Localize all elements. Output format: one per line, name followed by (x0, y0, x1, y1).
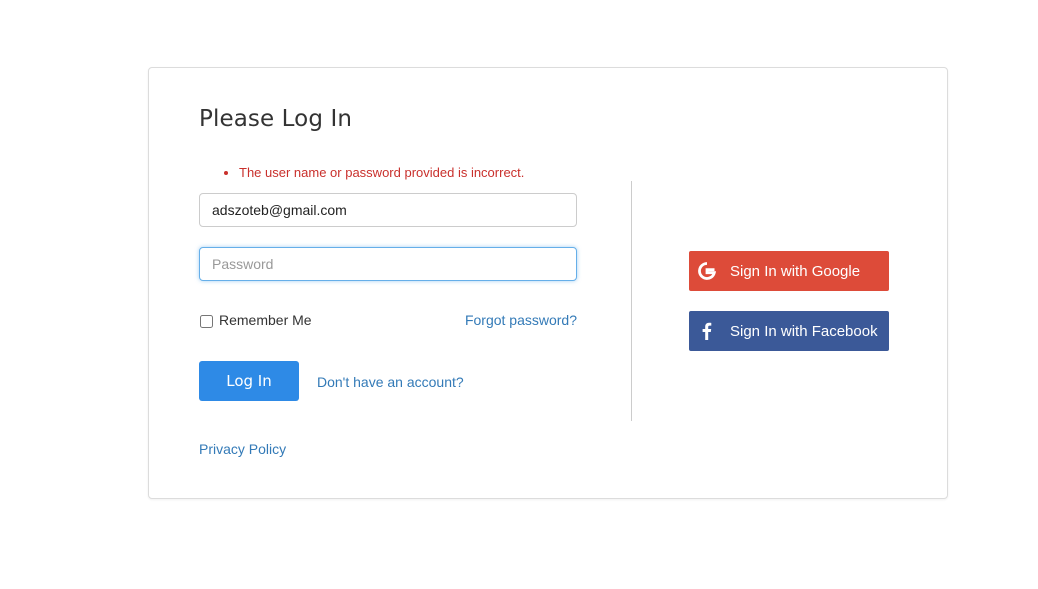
divider (631, 181, 632, 421)
forgot-password-link[interactable]: Forgot password? (465, 312, 577, 328)
page-title: Please Log In (199, 106, 353, 132)
password-input[interactable] (199, 247, 577, 281)
error-message: The user name or password provided is in… (239, 164, 524, 181)
remember-me[interactable]: Remember Me (199, 312, 312, 328)
facebook-f-icon (702, 322, 712, 340)
remember-me-checkbox[interactable] (200, 314, 213, 328)
email-input[interactable] (199, 193, 577, 227)
login-card: Please Log In The user name or password … (148, 67, 948, 499)
facebook-signin-label: Sign In with Facebook (730, 322, 878, 340)
register-link[interactable]: Don't have an account? (317, 374, 464, 390)
facebook-signin-button[interactable]: Sign In with Facebook (689, 311, 889, 351)
google-signin-label: Sign In with Google (730, 262, 861, 280)
privacy-policy-link[interactable]: Privacy Policy (199, 441, 286, 457)
google-g-icon (698, 262, 717, 280)
remember-me-label: Remember Me (219, 312, 312, 328)
google-signin-button[interactable]: Sign In with Google (689, 251, 889, 291)
login-button[interactable]: Log In (199, 361, 299, 401)
validation-summary: The user name or password provided is in… (199, 164, 524, 181)
